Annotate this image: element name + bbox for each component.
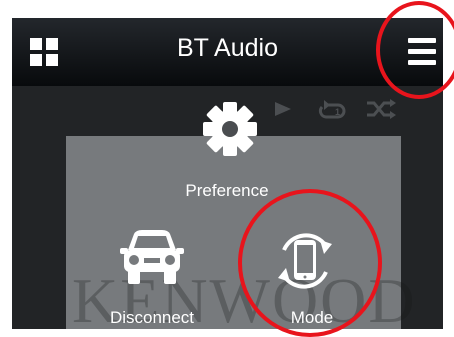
repeat-one-icon[interactable]: 1: [318, 98, 348, 120]
car-icon[interactable]: [120, 228, 184, 286]
highlight-circle-mode: [238, 189, 382, 337]
play-icon[interactable]: [274, 100, 292, 118]
svg-text:1: 1: [335, 107, 340, 117]
disconnect-label[interactable]: Disconnect: [92, 308, 212, 328]
highlight-circle-menu: [376, 1, 454, 99]
shuffle-icon[interactable]: [366, 99, 396, 119]
gear-icon[interactable]: [202, 101, 258, 157]
